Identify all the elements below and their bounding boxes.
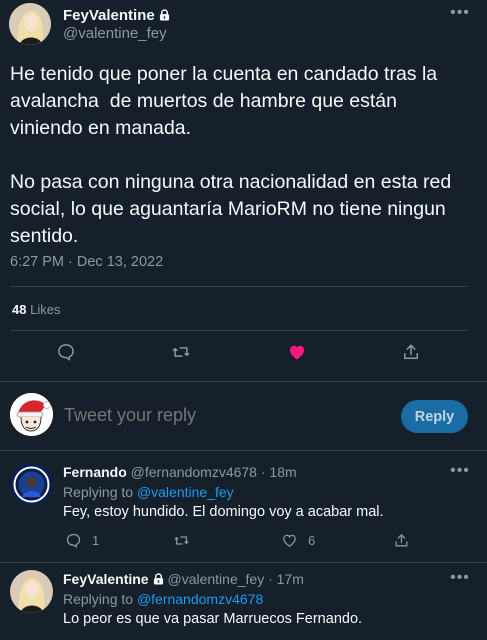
replying-to: Replying to @valentine_fey <box>63 484 234 500</box>
reply-text: Lo peor es que va pasar Marruecos Fernan… <box>63 611 363 627</box>
santa-avatar-icon <box>10 393 53 436</box>
reply-author-handle[interactable]: @valentine_fey <box>167 571 264 587</box>
share-icon[interactable] <box>393 532 410 549</box>
divider <box>10 330 468 331</box>
reply-composer: Reply <box>0 381 487 451</box>
lock-icon <box>153 573 163 585</box>
avatar-portrait-icon <box>9 3 51 45</box>
reply-icon[interactable]: 1 <box>65 532 99 549</box>
reply-input[interactable] <box>64 405 364 426</box>
tweet-paragraph-2: No pasa con ninguna otra nacionalidad en… <box>10 171 457 247</box>
reply-header: FeyValentine @valentine_fey · 17m <box>63 571 304 587</box>
likes-count: 48 <box>12 302 27 317</box>
user-avatar[interactable] <box>10 393 53 436</box>
reply-icon[interactable] <box>56 342 80 366</box>
reply-avatar[interactable] <box>10 570 53 613</box>
likes-stat[interactable]: 48 Likes <box>12 302 60 317</box>
reply-time[interactable]: · 17m <box>268 571 304 587</box>
reply-actions: 1 6 <box>63 532 423 552</box>
author-avatar[interactable] <box>9 3 51 45</box>
lock-icon <box>159 9 169 21</box>
avatar-portrait-icon <box>10 570 53 613</box>
reply-button[interactable]: Reply <box>401 400 468 433</box>
replying-to-handle[interactable]: @fernandomzv4678 <box>137 591 263 607</box>
divider <box>10 286 468 287</box>
tweet-timestamp[interactable]: 6:27 PM · Dec 13, 2022 <box>10 254 163 270</box>
more-horizontal-icon[interactable]: ••• <box>449 5 471 24</box>
retweet-icon[interactable] <box>173 532 190 549</box>
reply-tweet[interactable]: Fernando @fernandomzv4678 · 18m ••• Repl… <box>0 452 487 562</box>
tweet-paragraph-1: He tenido que poner la cuenta en candado… <box>10 63 443 139</box>
tweet-text: He tenido que poner la cuenta en candado… <box>10 61 475 250</box>
reply-tweet[interactable]: FeyValentine @valentine_fey · 17m ••• Re… <box>0 563 487 640</box>
likes-label: Likes <box>30 302 61 317</box>
reply-author-name[interactable]: FeyValentine <box>63 571 149 587</box>
reply-count: 1 <box>92 533 100 548</box>
reply-text: Fey, estoy hundido. El domingo voy a aca… <box>63 504 384 520</box>
reply-time[interactable]: · 18m <box>261 464 297 480</box>
retweet-icon[interactable] <box>171 342 195 366</box>
share-icon[interactable] <box>401 342 425 366</box>
replying-to: Replying to @fernandomzv4678 <box>63 591 264 607</box>
main-tweet: FeyValentine @valentine_fey ••• He tenid… <box>0 0 487 380</box>
replying-to-handle[interactable]: @valentine_fey <box>137 484 234 500</box>
like-count: 6 <box>308 533 316 548</box>
heart-icon[interactable]: 6 <box>281 532 315 549</box>
more-horizontal-icon[interactable]: ••• <box>449 570 471 589</box>
inter-logo-avatar-icon <box>10 463 53 506</box>
reply-header: Fernando @fernandomzv4678 · 18m <box>63 464 297 480</box>
tweet-actions <box>0 342 487 370</box>
author-handle[interactable]: @valentine_fey <box>63 25 167 42</box>
reply-author-name[interactable]: Fernando <box>63 464 127 480</box>
more-horizontal-icon[interactable]: ••• <box>449 463 471 482</box>
heart-icon[interactable] <box>287 342 311 366</box>
author-name[interactable]: FeyValentine <box>63 7 170 24</box>
reply-avatar[interactable] <box>10 463 53 506</box>
reply-author-handle[interactable]: @fernandomzv4678 <box>131 464 257 480</box>
